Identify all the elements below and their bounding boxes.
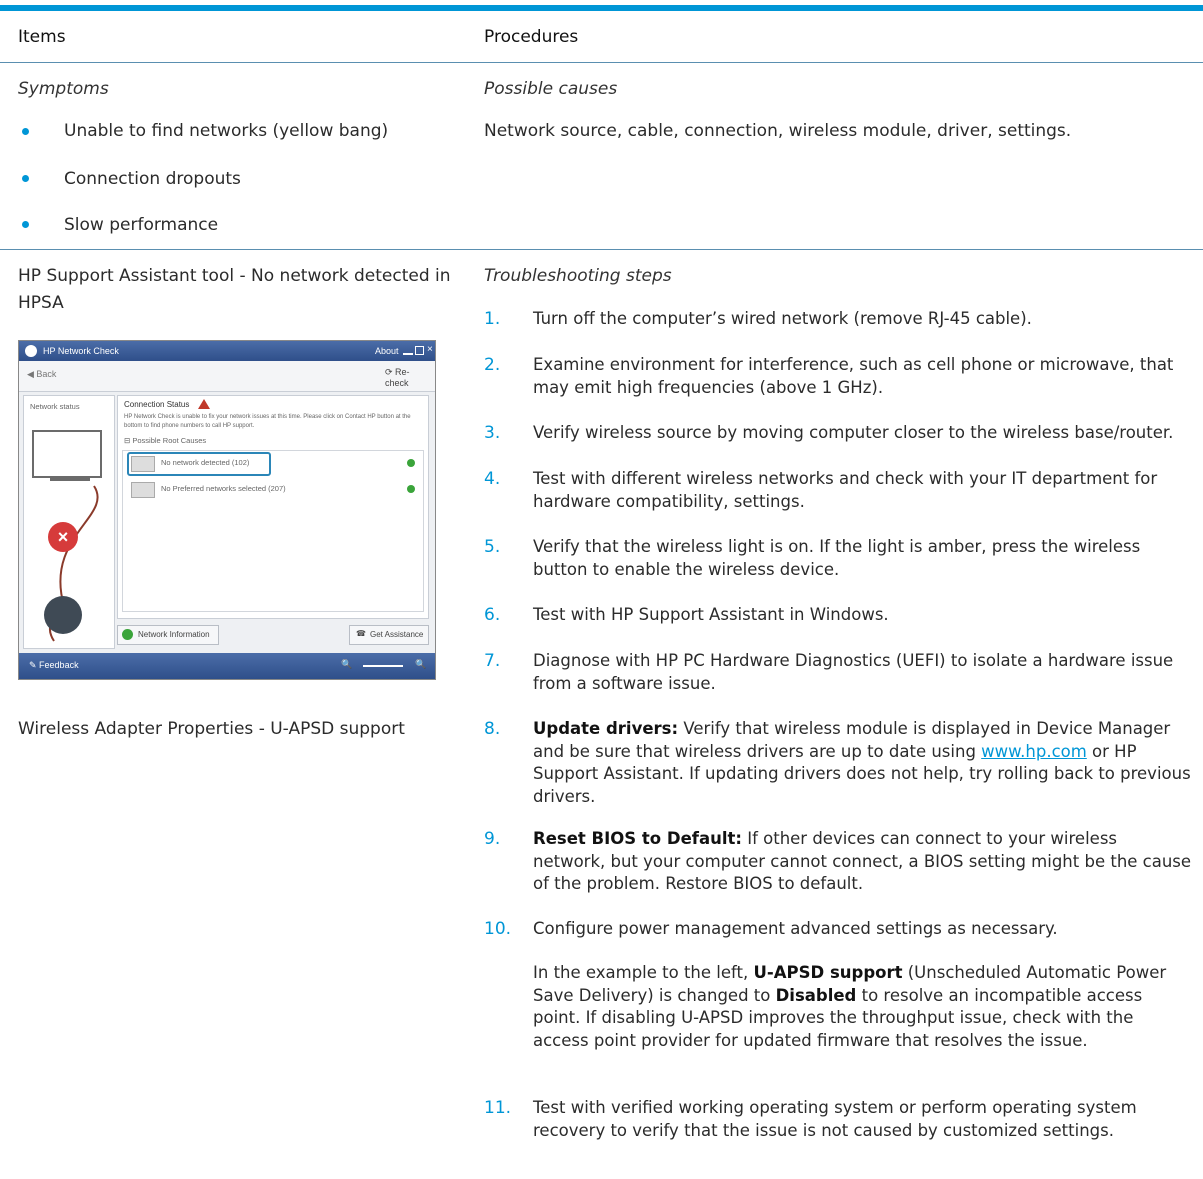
step-number: 11. <box>484 1098 512 1118</box>
step-text: Examine environment for interference, su… <box>533 355 1174 397</box>
header-procedures: Procedures <box>484 27 579 47</box>
error-icon: × <box>48 522 78 552</box>
status-message: HP Network Check is unable to fix your n… <box>124 414 411 429</box>
play-icon <box>131 482 155 498</box>
warning-icon <box>198 399 210 409</box>
recheck-button: ⟳ Re-check <box>385 367 410 388</box>
root-causes-header: ⊟ Possible Root Causes <box>124 436 207 445</box>
symptom-item: Connection dropouts <box>64 169 241 189</box>
row-divider <box>0 249 1203 250</box>
monitor-icon <box>32 430 102 478</box>
screenshot-footer: ✎ Feedback 🔍 🔍 <box>19 653 435 679</box>
connection-status-title: Connection Status <box>124 400 190 409</box>
network-status-label: Network status <box>30 402 80 411</box>
cause-text: No Preferred networks selected (207) <box>161 484 286 493</box>
hpsa-title: HP Support Assistant tool - No network d… <box>18 266 451 286</box>
step-number: 2. <box>484 355 501 375</box>
hp-website-link[interactable]: www.hp.com <box>981 742 1087 761</box>
globe-icon <box>44 596 82 634</box>
step-note: In the example to the left, U-APSD suppo… <box>533 963 1167 1050</box>
zoom-out-icon: 🔍 <box>341 659 353 669</box>
step-number: 6. <box>484 605 501 625</box>
feedback-link: ✎ Feedback <box>29 660 79 670</box>
bullet-icon <box>22 221 29 228</box>
step-text: Test with HP Support Assistant in Window… <box>533 605 889 624</box>
minimize-icon <box>403 353 413 355</box>
close-icon: × <box>427 344 433 355</box>
possible-causes-label: Possible causes <box>484 79 618 99</box>
hpsa-title-cont: HPSA <box>18 293 64 313</box>
check-icon <box>407 459 415 467</box>
back-button: ◀ Back <box>27 369 57 379</box>
bullet-icon <box>22 175 29 182</box>
screenshot-sidebar: Network status × <box>23 395 115 649</box>
step-text: Configure power management advanced sett… <box>533 919 1058 938</box>
step-number: 9. <box>484 829 501 849</box>
screenshot-about: About <box>375 346 399 356</box>
step-number: 10. <box>484 919 512 939</box>
screenshot-toolbar: ◀ Back ⟳ Re-check <box>19 361 435 392</box>
header-divider <box>0 62 1203 63</box>
hp-network-check-screenshot: HP Network Check About × ◀ Back ⟳ Re-che… <box>18 340 436 680</box>
hp-logo-icon <box>25 345 37 357</box>
phone-icon: ☎ <box>356 629 366 638</box>
step-text: Test with different wireless networks an… <box>533 469 1158 511</box>
troubleshooting-label: Troubleshooting steps <box>484 266 672 286</box>
symptoms-label: Symptoms <box>18 79 109 99</box>
step-number: 3. <box>484 423 501 443</box>
possible-causes-text: Network source, cable, connection, wirel… <box>484 121 1072 141</box>
network-information-button: Network Information <box>117 625 219 645</box>
play-icon <box>131 456 155 472</box>
zoom-slider <box>363 665 403 667</box>
maximize-icon <box>415 346 424 355</box>
step-number: 4. <box>484 469 501 489</box>
step-text: Turn off the computer’s wired network (r… <box>533 309 1032 328</box>
cause-row: No network detected (102) <box>127 452 427 476</box>
step-text: Verify that the wireless light is on. If… <box>533 537 1141 579</box>
cause-row: No Preferred networks selected (207) <box>127 479 427 499</box>
symptom-item: Unable to find networks (yellow bang) <box>64 121 389 141</box>
causes-list: No network detected (102) No Preferred n… <box>122 450 424 612</box>
step-number: 8. <box>484 719 501 739</box>
step-text: Test with verified working operating sys… <box>533 1098 1137 1140</box>
get-assistance-button: ☎ Get Assistance <box>349 625 429 645</box>
cause-text: No network detected (102) <box>161 458 250 467</box>
table-header: Items Procedures <box>0 11 1203 62</box>
info-icon <box>122 629 133 640</box>
header-items: Items <box>18 27 66 47</box>
screenshot-main-panel: Connection Status HP Network Check is un… <box>117 395 429 619</box>
step-number: 5. <box>484 537 501 557</box>
zoom-in-icon: 🔍 <box>415 659 427 669</box>
step-number: 1. <box>484 309 501 329</box>
step-text: Verify wireless source by moving compute… <box>533 423 1174 442</box>
step-number: 7. <box>484 651 501 671</box>
step-text: Reset BIOS to Default: If other devices … <box>533 829 1192 893</box>
bullet-icon <box>22 128 29 135</box>
step-text: Update drivers: Verify that wireless mod… <box>533 719 1191 806</box>
screenshot-title: HP Network Check <box>43 346 119 356</box>
symptom-item: Slow performance <box>64 215 219 235</box>
step-text: Diagnose with HP PC Hardware Diagnostics… <box>533 651 1174 693</box>
screenshot-titlebar: HP Network Check About × <box>19 341 435 361</box>
wireless-adapter-caption: Wireless Adapter Properties - U-APSD sup… <box>18 719 405 739</box>
check-icon <box>407 485 415 493</box>
